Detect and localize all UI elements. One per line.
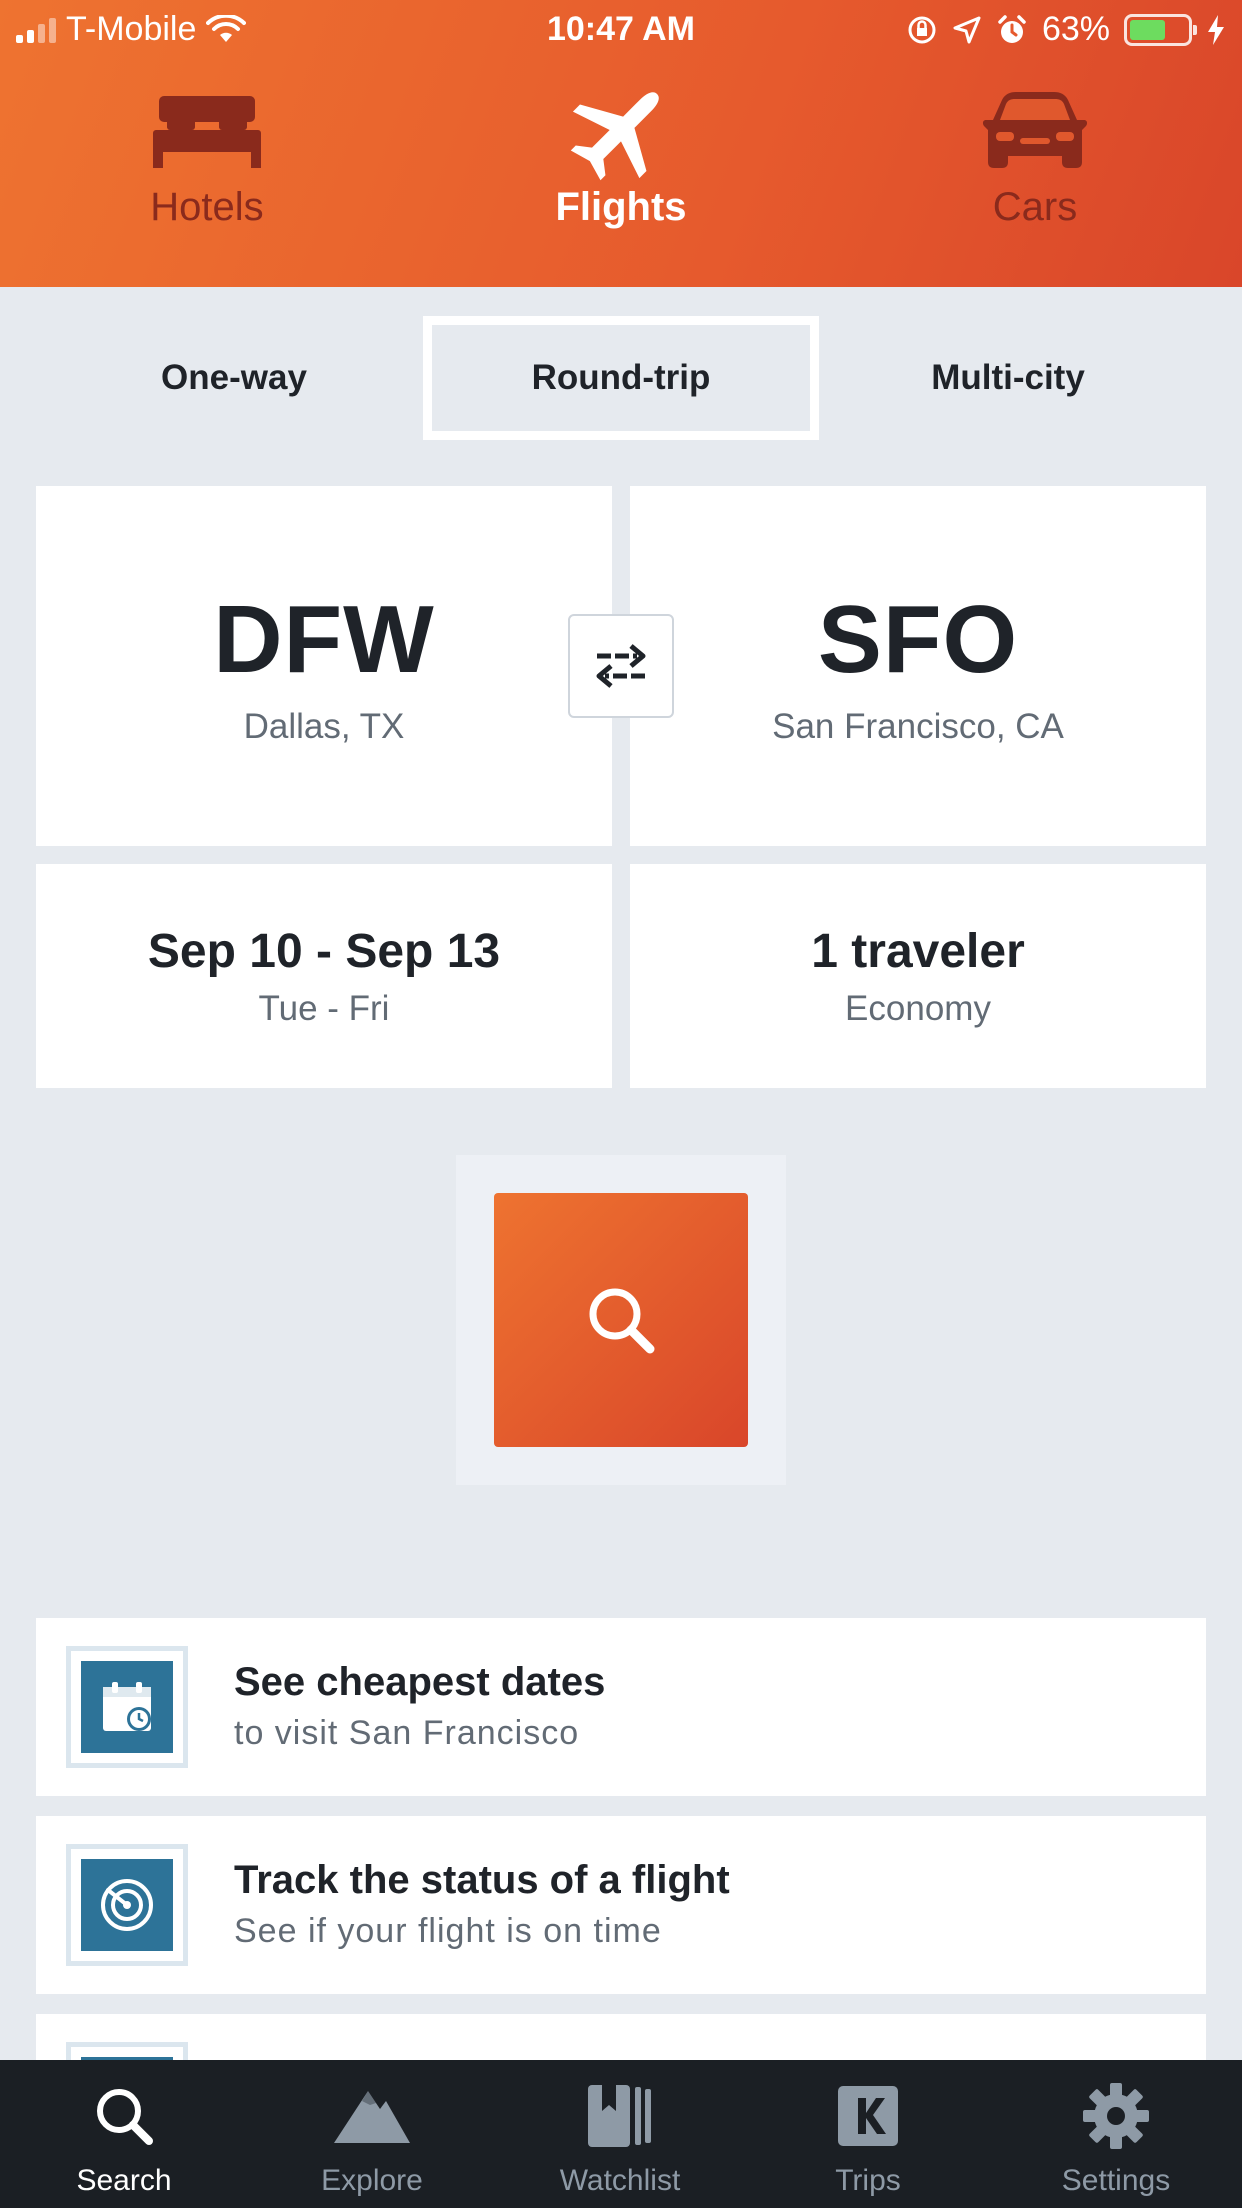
nav-trips-label: Trips: [835, 2164, 901, 2197]
promo-subtitle: to visit San Francisco: [234, 1714, 580, 1752]
dates-card[interactable]: Sep 10 - Sep 13 Tue - Fri: [36, 864, 612, 1088]
gear-icon: [1083, 2083, 1149, 2149]
destination-card[interactable]: SFO San Francisco, CA: [630, 486, 1206, 846]
nav-watchlist[interactable]: Watchlist: [496, 2060, 744, 2208]
search-button[interactable]: [494, 1193, 748, 1447]
tab-flights-label: Flights: [555, 185, 687, 229]
alarm-icon: [998, 14, 1026, 43]
nav-settings[interactable]: Settings: [992, 2060, 1240, 2208]
nav-watchlist-label: Watchlist: [559, 2164, 681, 2197]
destination-city: San Francisco, CA: [772, 707, 1064, 746]
nav-settings-label: Settings: [1061, 2164, 1171, 2197]
tab-cars[interactable]: Cars: [885, 75, 1185, 275]
promo-icon-frame: [66, 1646, 188, 1768]
trip-type-selector: One-way Round-trip Multi-city: [0, 316, 1242, 440]
swap-airports-button[interactable]: [568, 614, 674, 718]
status-bar: T-Mobile 10:47 AM 63%: [0, 0, 1242, 60]
nav-explore-label: Explore: [321, 2164, 423, 2197]
nav-trips[interactable]: Trips: [744, 2060, 992, 2208]
promo-subtitle: See if your flight is on time: [234, 1912, 662, 1950]
search-button-frame: [456, 1155, 786, 1485]
cheapest-dates-card[interactable]: See cheapest dates to visit San Francisc…: [36, 1618, 1206, 1796]
cabin-class: Economy: [845, 988, 991, 1028]
nav-search[interactable]: Search: [0, 2060, 248, 2208]
origin-city: Dallas, TX: [243, 707, 405, 746]
swap-arrows-icon: [596, 644, 646, 688]
tab-cars-label: Cars: [992, 185, 1078, 229]
promo-title: Track the status of a flight: [234, 1858, 730, 1902]
nav-search-label: Search: [76, 2164, 172, 2197]
radar-icon: [101, 1879, 153, 1931]
tab-hotels[interactable]: Hotels: [57, 75, 357, 275]
promo-title: See cheapest dates: [234, 1660, 606, 1704]
trips-k-icon: [838, 2086, 898, 2146]
destination-code: SFO: [817, 586, 1019, 693]
bottom-nav: Search Explore Watchlist Trips Settings: [0, 2060, 1242, 2208]
multi-city-option[interactable]: Multi-city: [810, 316, 1206, 440]
tab-hotels-label: Hotels: [150, 185, 264, 229]
search-icon: [97, 2089, 153, 2145]
charging-bolt-icon: [1208, 14, 1224, 45]
one-way-option[interactable]: One-way: [36, 316, 432, 440]
date-range: Sep 10 - Sep 13: [147, 924, 501, 978]
date-days: Tue - Fri: [258, 988, 390, 1028]
status-icons: 63%: [906, 10, 1226, 49]
travelers-card[interactable]: 1 traveler Economy: [630, 864, 1206, 1088]
battery-percent: 63%: [1041, 10, 1110, 48]
battery-fill: [1130, 19, 1166, 40]
battery-icon: [1124, 13, 1197, 46]
app-header: T-Mobile 10:47 AM 63% Hotels Flights Car…: [0, 0, 1242, 287]
mountain-icon: [334, 2091, 410, 2143]
watchlist-icon: [588, 2085, 651, 2147]
traveler-count: 1 traveler: [811, 924, 1025, 978]
promo-icon-frame: [66, 1844, 188, 1966]
nav-explore[interactable]: Explore: [248, 2060, 496, 2208]
vertical-tabs: Hotels Flights Cars: [0, 75, 1242, 275]
origin-card[interactable]: DFW Dallas, TX: [36, 486, 612, 846]
track-flight-card[interactable]: Track the status of a flight See if your…: [36, 1816, 1206, 1994]
search-icon: [589, 1288, 655, 1354]
airplane-icon: [570, 92, 659, 181]
bed-icon: [153, 96, 261, 168]
car-icon: [982, 92, 1088, 168]
tab-flights[interactable]: Flights: [471, 75, 771, 275]
location-arrow-icon: [953, 16, 981, 43]
rotation-lock-icon: [908, 16, 936, 43]
calendar-clock-icon: [103, 1682, 151, 1731]
round-trip-option[interactable]: Round-trip: [423, 316, 819, 440]
origin-code: DFW: [213, 586, 435, 693]
